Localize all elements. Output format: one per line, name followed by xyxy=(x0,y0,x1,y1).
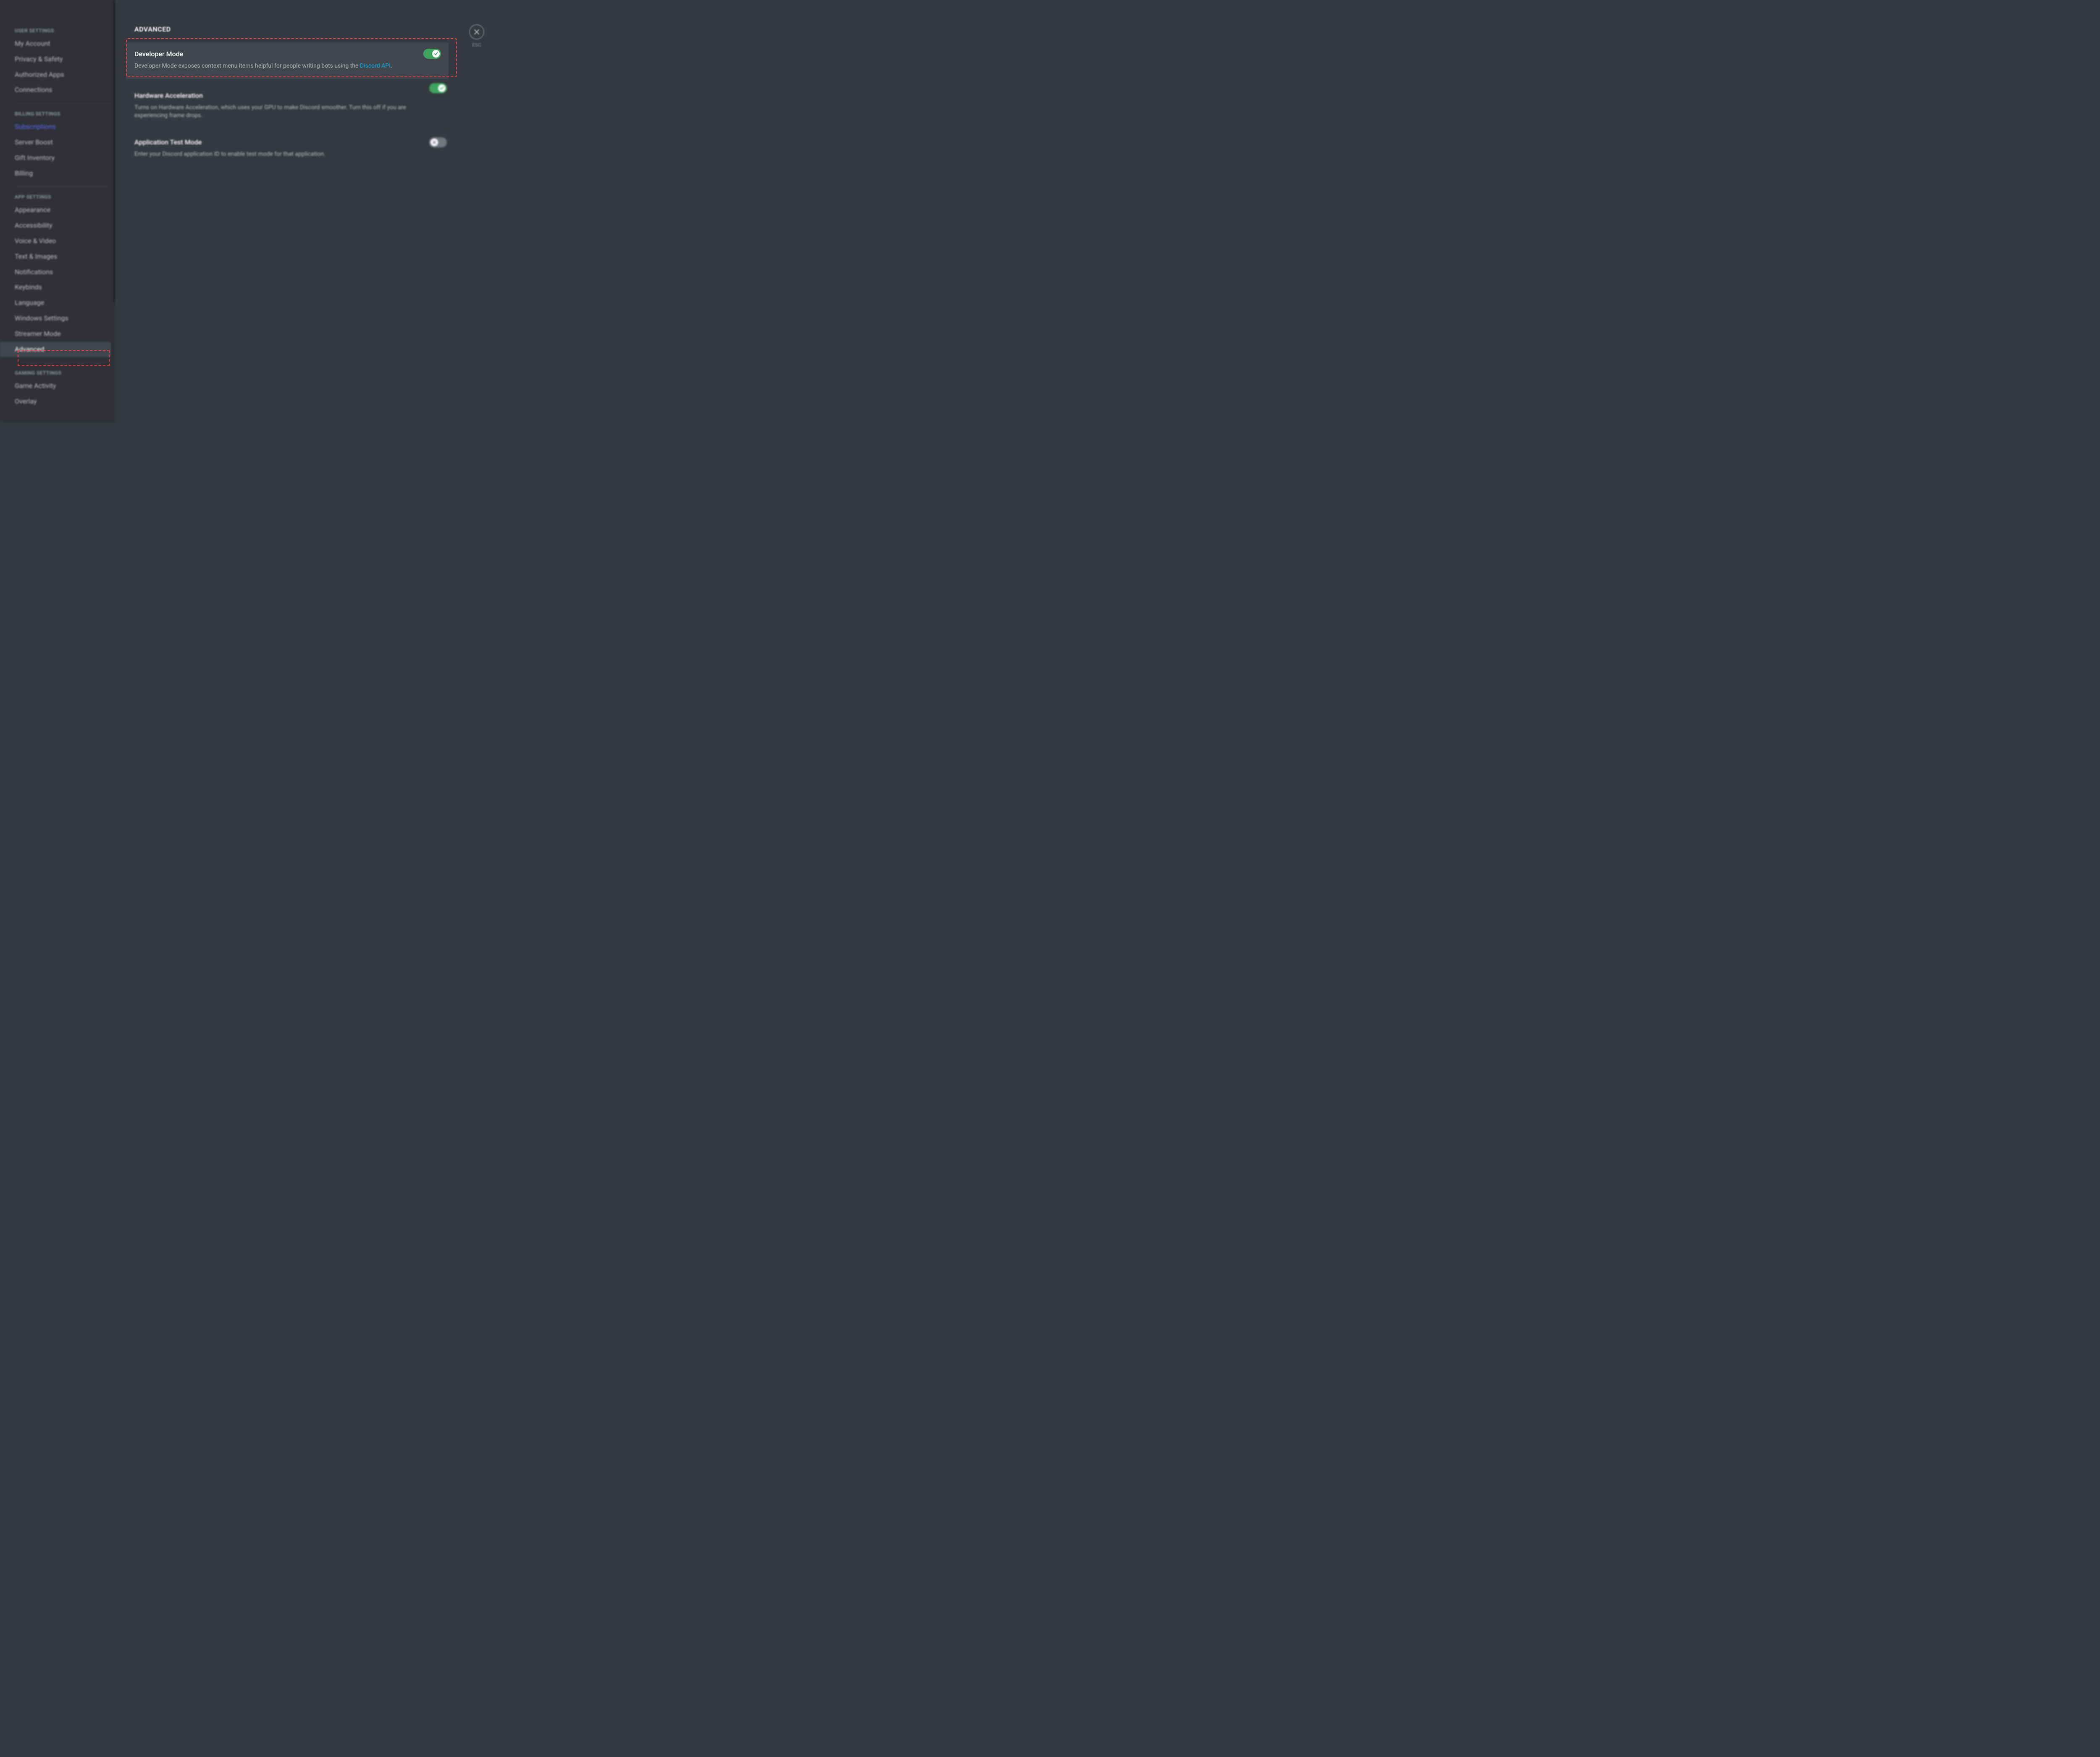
sidebar-item-keybinds[interactable]: Keybinds xyxy=(0,280,111,295)
setting-application-test-mode: Application Test Mode Enter your Discord… xyxy=(134,130,447,168)
settings-sidebar: USER SETTINGS My Account Privacy & Safet… xyxy=(0,0,115,422)
sidebar-item-game-activity[interactable]: Game Activity xyxy=(0,378,111,394)
setting-title-hardware: Hardware Acceleration xyxy=(134,92,438,100)
sidebar-item-windows-settings[interactable]: Windows Settings xyxy=(0,311,111,326)
setting-developer-mode: Developer Mode Developer Mode exposes co… xyxy=(126,42,449,79)
setting-hardware-acceleration: Hardware Acceleration Turns on Hardware … xyxy=(134,83,447,130)
sidebar-item-connections[interactable]: Connections xyxy=(0,82,111,98)
sidebar-header-user: USER SETTINGS xyxy=(0,25,111,36)
toggle-developer-mode[interactable] xyxy=(423,49,441,59)
sidebar-header-billing: BILLING SETTINGS xyxy=(0,108,111,119)
setting-title-devmode: Developer Mode xyxy=(134,50,440,58)
sidebar-item-subscriptions[interactable]: Subscriptions xyxy=(0,119,111,135)
setting-desc-testmode: Enter your Discord application ID to ena… xyxy=(134,150,438,159)
sidebar-item-language[interactable]: Language xyxy=(0,295,111,311)
page-title: ADVANCED xyxy=(134,25,486,33)
close-area: ESC xyxy=(469,24,484,48)
check-icon xyxy=(438,84,446,92)
sidebar-item-billing[interactable]: Billing xyxy=(0,166,111,181)
check-icon xyxy=(432,50,440,58)
close-icon xyxy=(473,28,480,36)
sidebar-item-advanced[interactable]: Advanced xyxy=(0,342,111,357)
close-label: ESC xyxy=(469,42,484,48)
sidebar-item-voice-video[interactable]: Voice & Video xyxy=(0,233,111,249)
setting-desc-devmode: Developer Mode exposes context menu item… xyxy=(134,62,440,71)
sidebar-item-authorized-apps[interactable]: Authorized Apps xyxy=(0,67,111,83)
devmode-desc-pre: Developer Mode exposes context menu item… xyxy=(134,63,360,69)
setting-desc-hardware: Turns on Hardware Acceleration, which us… xyxy=(134,104,438,120)
close-button[interactable] xyxy=(469,24,484,39)
sidebar-item-my-account[interactable]: My Account xyxy=(0,36,111,52)
sidebar-item-appearance[interactable]: Appearance xyxy=(0,202,111,218)
discord-api-link[interactable]: Discord API xyxy=(360,63,391,69)
sidebar-item-overlay[interactable]: Overlay xyxy=(0,394,111,409)
sidebar-item-streamer-mode[interactable]: Streamer Mode xyxy=(0,326,111,342)
sidebar-header-gaming: GAMING SETTINGS xyxy=(0,367,111,378)
sidebar-item-gift-inventory[interactable]: Gift Inventory xyxy=(0,150,111,166)
devmode-desc-post: . xyxy=(391,63,392,69)
sidebar-header-app: APP SETTINGS xyxy=(0,191,111,202)
toggle-hardware-acceleration[interactable] xyxy=(429,83,447,93)
toggle-application-test-mode[interactable] xyxy=(429,137,447,147)
sidebar-item-notifications[interactable]: Notifications xyxy=(0,265,111,280)
sidebar-item-server-boost[interactable]: Server Boost xyxy=(0,135,111,150)
sidebar-item-privacy[interactable]: Privacy & Safety xyxy=(0,52,111,67)
setting-title-testmode: Application Test Mode xyxy=(134,138,438,146)
sidebar-item-text-images[interactable]: Text & Images xyxy=(0,249,111,265)
sidebar-item-accessibility[interactable]: Accessibility xyxy=(0,218,111,233)
settings-content: ADVANCED Developer Mode Developer Mode e… xyxy=(115,0,503,422)
x-icon xyxy=(430,139,438,146)
